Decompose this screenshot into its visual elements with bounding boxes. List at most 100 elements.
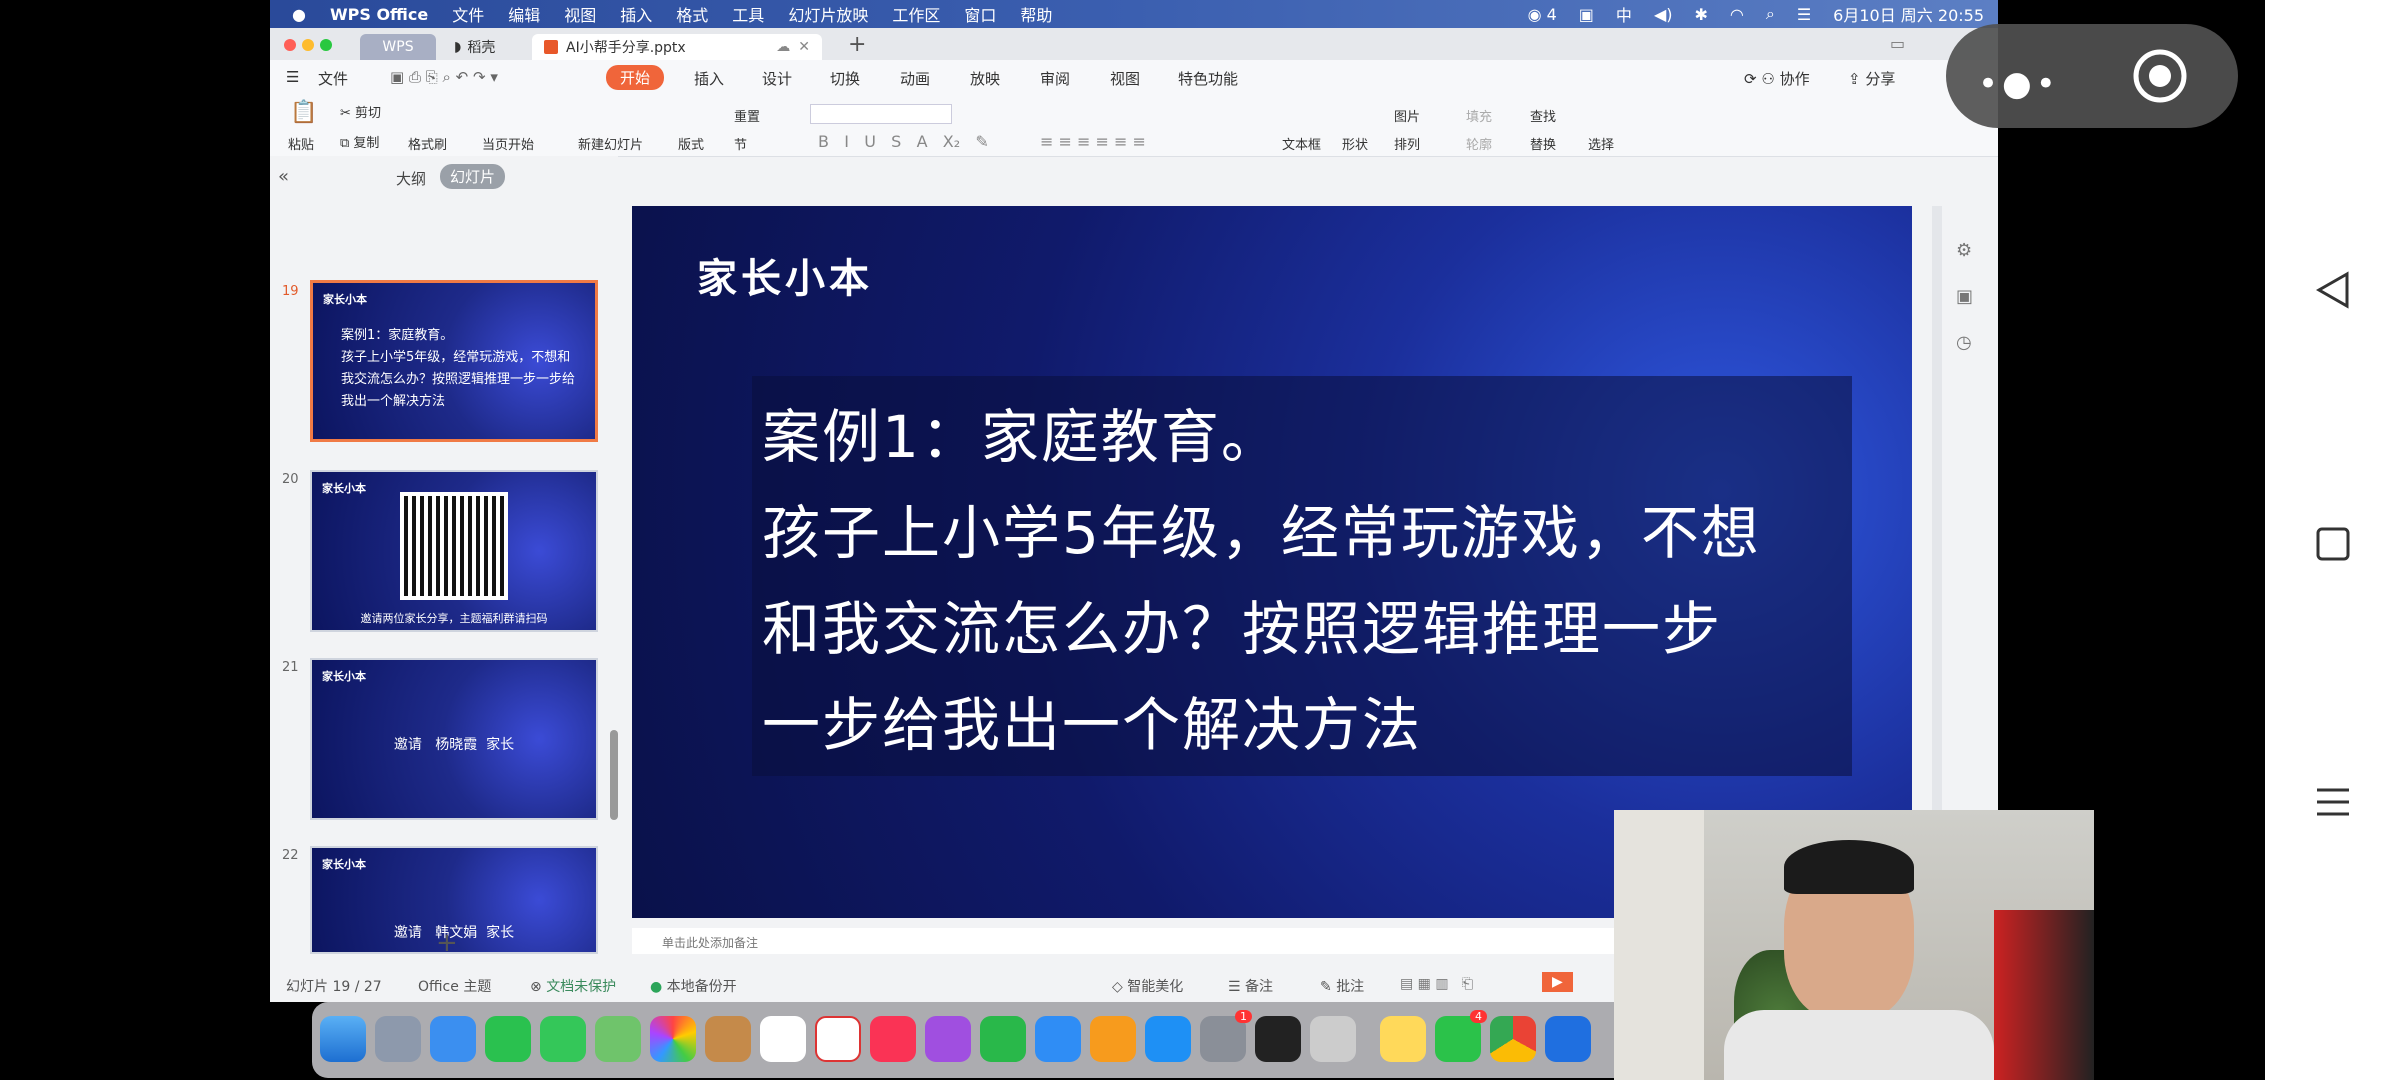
- menu-insert[interactable]: 插入: [620, 2, 652, 26]
- wechat-icon[interactable]: 4: [1435, 1010, 1487, 1062]
- replace-button[interactable]: 替换: [1530, 134, 1556, 153]
- zoom-window-button[interactable]: [320, 39, 332, 51]
- minimize-window-button[interactable]: [302, 39, 314, 51]
- hamburger-icon[interactable]: ☰: [286, 68, 299, 86]
- music-icon[interactable]: [870, 1016, 916, 1062]
- menu-file-button[interactable]: 文件: [318, 68, 348, 89]
- messages-icon[interactable]: [540, 1016, 586, 1062]
- tab-slideshow[interactable]: 放映: [970, 68, 1000, 89]
- pages-icon[interactable]: [1090, 1016, 1136, 1062]
- paste-icon[interactable]: 📋: [290, 100, 317, 125]
- slide-thumbnail-21[interactable]: 家长小本 邀请 杨晓霞 家长: [310, 658, 598, 820]
- backup-status[interactable]: ● 本地备份开: [650, 976, 737, 996]
- control-center-icon[interactable]: ☰: [1797, 5, 1811, 24]
- menu-slideshow[interactable]: 幻灯片放映: [788, 2, 868, 26]
- paragraph-icons[interactable]: ≡ ≡ ≡ ≡ ≡ ≡: [1040, 132, 1146, 151]
- reset-button[interactable]: 重置: [734, 106, 760, 125]
- tab-daoke[interactable]: ◗ 稻壳: [442, 34, 522, 60]
- view-mode-icons[interactable]: ▤ ▦ ▥ ⎗: [1400, 976, 1473, 992]
- record-target-icon[interactable]: [2132, 48, 2188, 104]
- menu-tools[interactable]: 工具: [732, 2, 764, 26]
- mail-icon[interactable]: [430, 1016, 476, 1062]
- from-current-button[interactable]: 当页开始: [482, 134, 534, 153]
- app-store-icon[interactable]: [1145, 1016, 1191, 1062]
- blue-app-icon[interactable]: [1545, 1016, 1591, 1062]
- tab-review[interactable]: 审阅: [1040, 68, 1070, 89]
- terminal-icon[interactable]: [1255, 1016, 1301, 1062]
- find-button[interactable]: 查找: [1530, 106, 1556, 125]
- menu-icon[interactable]: [2313, 782, 2353, 822]
- add-slide-icon[interactable]: +: [436, 928, 458, 958]
- webcam-video-overlay[interactable]: [1614, 810, 2094, 1080]
- rocket-icon[interactable]: [1310, 1016, 1356, 1062]
- tab-document[interactable]: AI小帮手分享.pptx ☁ ✕: [532, 34, 822, 60]
- bluetooth-icon[interactable]: ✱: [1694, 5, 1707, 24]
- system-settings-icon[interactable]: 1: [1200, 1010, 1252, 1062]
- new-tab-icon[interactable]: +: [848, 32, 866, 57]
- menu-file[interactable]: 文件: [452, 2, 484, 26]
- panel-scrollbar[interactable]: [610, 730, 618, 820]
- finder-icon[interactable]: [320, 1016, 366, 1062]
- textbox-button[interactable]: 文本框: [1282, 134, 1321, 153]
- layout-button[interactable]: 版式: [678, 134, 704, 153]
- slides-tab[interactable]: 幻灯片: [440, 164, 506, 189]
- collab-button[interactable]: ⟳ ⚇ 协作: [1744, 68, 1810, 89]
- facetime-icon[interactable]: [485, 1016, 531, 1062]
- image-button[interactable]: 图片: [1394, 106, 1420, 125]
- photos-icon[interactable]: [650, 1016, 696, 1062]
- tab-features[interactable]: 特色功能: [1178, 68, 1238, 89]
- arrange-button[interactable]: 排列: [1394, 134, 1420, 153]
- sidebar-toggle-icon[interactable]: ▭: [1890, 34, 1905, 53]
- font-name-select[interactable]: [810, 104, 952, 124]
- slide-thumbnail-19[interactable]: 家长小本 案例1：家庭教育。 孩子上小学5年级，经常玩游戏，不想和我交流怎么办？…: [310, 280, 598, 442]
- app-name[interactable]: WPS Office: [330, 5, 428, 24]
- collapse-panel-icon[interactable]: «: [278, 166, 289, 187]
- menu-help[interactable]: 帮助: [1020, 2, 1052, 26]
- section-button[interactable]: 节: [734, 134, 747, 153]
- outline-tab[interactable]: 大纲: [396, 168, 426, 189]
- launchpad-icon[interactable]: [375, 1016, 421, 1062]
- chrome-icon[interactable]: [1490, 1016, 1536, 1062]
- volume-icon[interactable]: ◀): [1654, 5, 1673, 24]
- menu-view[interactable]: 视图: [564, 2, 596, 26]
- tab-insert[interactable]: 插入: [694, 68, 724, 89]
- protect-status[interactable]: ⊗ 文档未保护: [530, 976, 616, 996]
- tab-wps[interactable]: WPS: [360, 34, 436, 60]
- menu-window[interactable]: 窗口: [964, 2, 996, 26]
- menu-edit[interactable]: 编辑: [508, 2, 540, 26]
- slide-textbox[interactable]: 案例1：家庭教育。 孩子上小学5年级，经常玩游戏，不想 和我交流怎么办？按照逻辑…: [762, 389, 1852, 773]
- tab-animation[interactable]: 动画: [900, 68, 930, 89]
- close-window-button[interactable]: [284, 39, 296, 51]
- back-icon[interactable]: [2313, 270, 2353, 310]
- clock[interactable]: 6月10日 周六 20:55: [1833, 2, 1984, 26]
- home-icon[interactable]: [2315, 526, 2351, 562]
- new-slide-button[interactable]: 新建幻灯片: [578, 134, 643, 153]
- slide-thumbnail-20[interactable]: 家长小本 邀请两位家长分享，主题福利群请扫码: [310, 470, 598, 632]
- shape-button[interactable]: 形状: [1342, 134, 1368, 153]
- menu-format[interactable]: 格式: [676, 2, 708, 26]
- input-method-icon[interactable]: 中: [1616, 2, 1632, 26]
- outline-button[interactable]: 轮廓: [1466, 134, 1492, 153]
- tab-transition[interactable]: 切换: [830, 68, 860, 89]
- numbers-icon[interactable]: [980, 1016, 1026, 1062]
- podcasts-icon[interactable]: [925, 1016, 971, 1062]
- wps-icon[interactable]: [815, 1016, 861, 1062]
- cut-button[interactable]: ✂ 剪切: [340, 102, 381, 121]
- contacts-icon[interactable]: [705, 1016, 751, 1062]
- more-options-icon[interactable]: •●•: [1978, 64, 2060, 104]
- select-button[interactable]: 选择: [1588, 134, 1614, 153]
- fill-button[interactable]: 填充: [1466, 106, 1492, 125]
- search-icon[interactable]: ⌕: [1766, 4, 1775, 24]
- maps-icon[interactable]: [595, 1016, 641, 1062]
- menu-workspace[interactable]: 工作区: [892, 2, 940, 26]
- tab-home[interactable]: 开始: [606, 65, 665, 90]
- notes-button[interactable]: ☰ 备注: [1228, 976, 1273, 996]
- beautify-button[interactable]: ◇ 智能美化: [1112, 976, 1183, 996]
- quick-access-icons[interactable]: ▣ ⎙ ⎘ ⌕ ↶ ↷ ▾: [390, 68, 498, 86]
- right-tool-icons[interactable]: ⚙ ▣ ◷: [1956, 228, 1973, 366]
- wifi-icon[interactable]: ◠: [1730, 5, 1744, 24]
- reminders-icon[interactable]: [760, 1016, 806, 1062]
- font-style-icons[interactable]: B I U S A X₂ ✎: [818, 132, 989, 151]
- keynote-icon[interactable]: [1035, 1016, 1081, 1062]
- play-slideshow-button[interactable]: ▶: [1542, 972, 1573, 992]
